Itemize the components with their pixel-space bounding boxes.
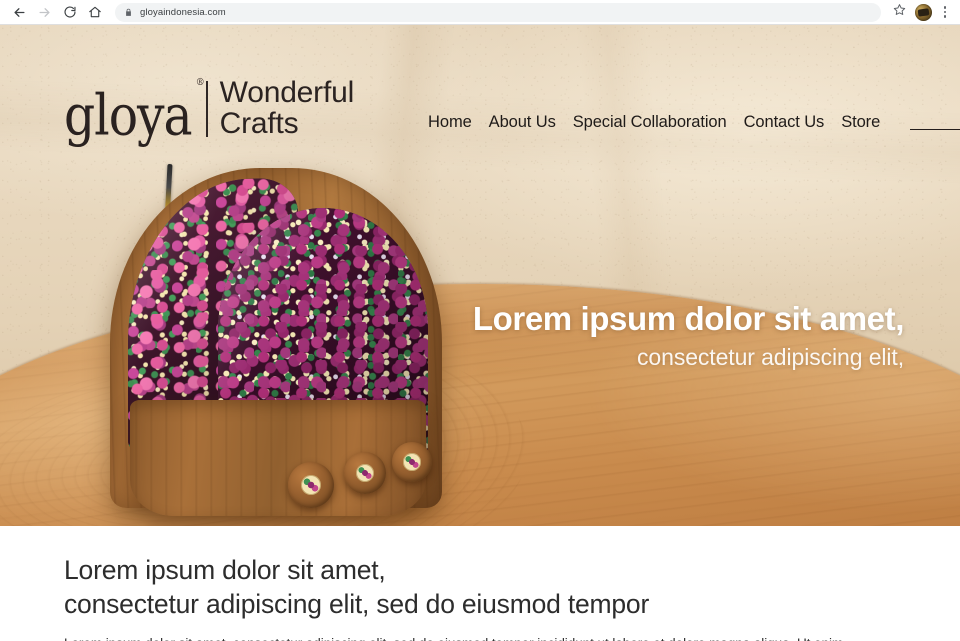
forward-arrow-icon [37, 5, 52, 20]
browser-menu-button[interactable] [937, 0, 953, 24]
search-form [910, 114, 960, 131]
radio-knob [288, 462, 334, 508]
nav-item-store[interactable]: Store [841, 113, 880, 132]
back-arrow-icon [12, 5, 27, 20]
reload-button[interactable] [57, 0, 82, 25]
home-button[interactable] [82, 0, 107, 25]
back-button[interactable] [7, 0, 32, 25]
avatar[interactable] [915, 3, 932, 21]
address-bar-url: gloyaindonesia.com [140, 6, 226, 18]
hero-subtitle: consectetur adipiscing elit, [637, 343, 904, 370]
nav-item-about-us[interactable]: About Us [489, 113, 556, 132]
logo-divider [206, 81, 208, 137]
craft-radio-object [110, 163, 442, 516]
forward-button[interactable] [32, 0, 57, 25]
hero-title: Lorem ipsum dolor sit amet, [472, 300, 905, 337]
bookmark-button[interactable] [887, 0, 911, 24]
section-subtitle: consectetur adipiscing elit, sed do eius… [64, 588, 650, 619]
radio-knob [344, 452, 386, 494]
content-section: Lorem ipsum dolor sit amet, consectetur … [0, 526, 960, 641]
site-header: gloya ® Wonderful Crafts Home About Us Sp… [0, 25, 960, 165]
hero-product-image [104, 163, 454, 526]
radio-lower-body [130, 400, 432, 516]
nav-item-contact-us[interactable]: Contact Us [744, 113, 825, 132]
section-body-text: Lorem ipsum dolor sit amet, consectetur … [64, 634, 896, 641]
logo-tagline: Wonderful Crafts [219, 76, 355, 140]
section-title: Lorem ipsum dolor sit amet, [64, 555, 386, 585]
nav-item-home[interactable]: Home [428, 113, 472, 132]
logo-tagline-line2: Crafts [219, 106, 299, 140]
lock-icon [124, 8, 133, 17]
site-logo[interactable]: gloya ® Wonderful Crafts [64, 76, 355, 148]
home-icon [88, 5, 102, 19]
address-bar[interactable]: gloyaindonesia.com [115, 2, 881, 22]
search-input[interactable] [910, 115, 960, 130]
browser-toolbar: gloyaindonesia.com [0, 0, 960, 25]
star-icon [893, 3, 906, 21]
logo-tagline-line1: Wonderful [219, 76, 355, 109]
main-navigation: Home About Us Special Collaboration Cont… [428, 113, 960, 132]
logo-wordmark: gloya ® [64, 78, 205, 148]
nav-item-special-collaboration[interactable]: Special Collaboration [573, 113, 727, 132]
three-dot-menu-icon [943, 6, 947, 9]
hero-banner: gloya ® Wonderful Crafts Home About Us Sp… [0, 25, 960, 526]
registered-trademark-icon: ® [196, 78, 205, 89]
reload-icon [63, 5, 77, 19]
hero-copy: Lorem ipsum dolor sit amet, consectetur … [472, 300, 905, 371]
radio-knob [392, 442, 432, 482]
